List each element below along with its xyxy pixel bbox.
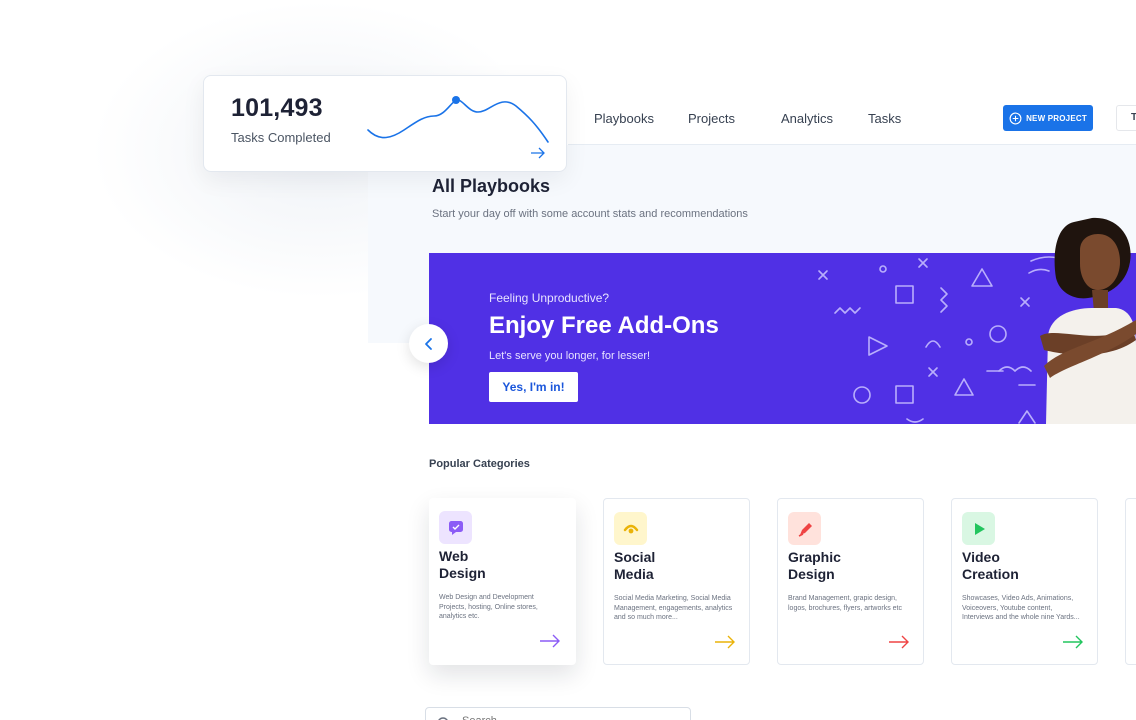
arrow-right-icon[interactable] <box>888 635 910 649</box>
nav-playbooks[interactable]: Playbooks <box>594 111 654 126</box>
new-project-button[interactable]: NEW PROJECT <box>1003 105 1093 131</box>
topbar-divider <box>568 144 1136 145</box>
arrow-right-icon[interactable] <box>714 635 736 649</box>
banner-eyebrow: Feeling Unproductive? <box>489 291 610 305</box>
category-description: Web Design and Development Projects, hos… <box>439 594 538 620</box>
banner-cta-button[interactable]: Yes, I'm in! <box>489 372 578 402</box>
category-card-graphic-design[interactable]: Graphic Design Brand Management, grapic d… <box>777 498 924 665</box>
category-card-partial[interactable] <box>1125 498 1136 665</box>
category-card-video-creation[interactable]: Video Creation Showcases, Video Ads, Anim… <box>951 498 1098 665</box>
page-subtitle: Start your day off with some account sta… <box>432 208 748 220</box>
person-illustration <box>1040 217 1136 424</box>
carousel-prev-button[interactable] <box>409 324 448 363</box>
popular-categories-heading: Popular Categories <box>429 458 530 470</box>
sparkline-chart <box>367 96 549 143</box>
sparkline-line <box>367 99 549 143</box>
arrow-right-icon[interactable] <box>530 147 546 159</box>
sparkline-point <box>452 96 460 104</box>
tasks-completed-value: 101,493 <box>231 94 323 122</box>
broadcast-icon <box>614 512 647 545</box>
new-project-label: NEW PROJECT <box>1026 113 1087 123</box>
category-title: Video Creation <box>962 549 1019 582</box>
nav-tasks[interactable]: Tasks <box>868 111 901 126</box>
search-input[interactable] <box>460 714 674 720</box>
play-icon <box>962 512 995 545</box>
secondary-button[interactable]: T <box>1116 105 1136 131</box>
banner-description: Let's serve you longer, for lesser! <box>489 350 651 362</box>
dashboard-stage: 101,493 Tasks Completed Playbooks Projec… <box>0 0 1136 720</box>
promo-banner: Feeling Unproductive? Enjoy Free Add-Ons… <box>429 253 1136 424</box>
search-icon <box>438 717 448 720</box>
tasks-completed-label: Tasks Completed <box>231 130 331 145</box>
category-description: Brand Management, grapic design, logos, … <box>788 595 902 612</box>
pen-icon <box>788 512 821 545</box>
nav-projects[interactable]: Projects <box>688 111 735 126</box>
plus-circle-icon <box>1009 112 1022 124</box>
category-title: Graphic Design <box>788 549 841 582</box>
category-description: Social Media Marketing, Social Media Man… <box>614 595 733 621</box>
arrow-right-icon[interactable] <box>539 634 561 648</box>
category-title: Web Design <box>439 548 486 581</box>
search-box[interactable] <box>425 707 691 720</box>
chat-icon <box>439 511 472 544</box>
category-card-social-media[interactable]: Social Media Social Media Marketing, Soci… <box>603 498 750 665</box>
chevron-left-icon <box>424 337 432 350</box>
category-description: Showcases, Video Ads, Animations, Voiceo… <box>962 595 1080 621</box>
category-title: Social Media <box>614 549 656 582</box>
banner-title: Enjoy Free Add-Ons <box>489 312 719 339</box>
tasks-completed-card[interactable]: 101,493 Tasks Completed <box>203 75 567 172</box>
category-card-web-design[interactable]: Web Design Web Design and Development Pro… <box>429 498 576 665</box>
nav-analytics[interactable]: Analytics <box>781 111 833 126</box>
page-title: All Playbooks <box>432 176 551 196</box>
arrow-right-icon[interactable] <box>1062 635 1084 649</box>
